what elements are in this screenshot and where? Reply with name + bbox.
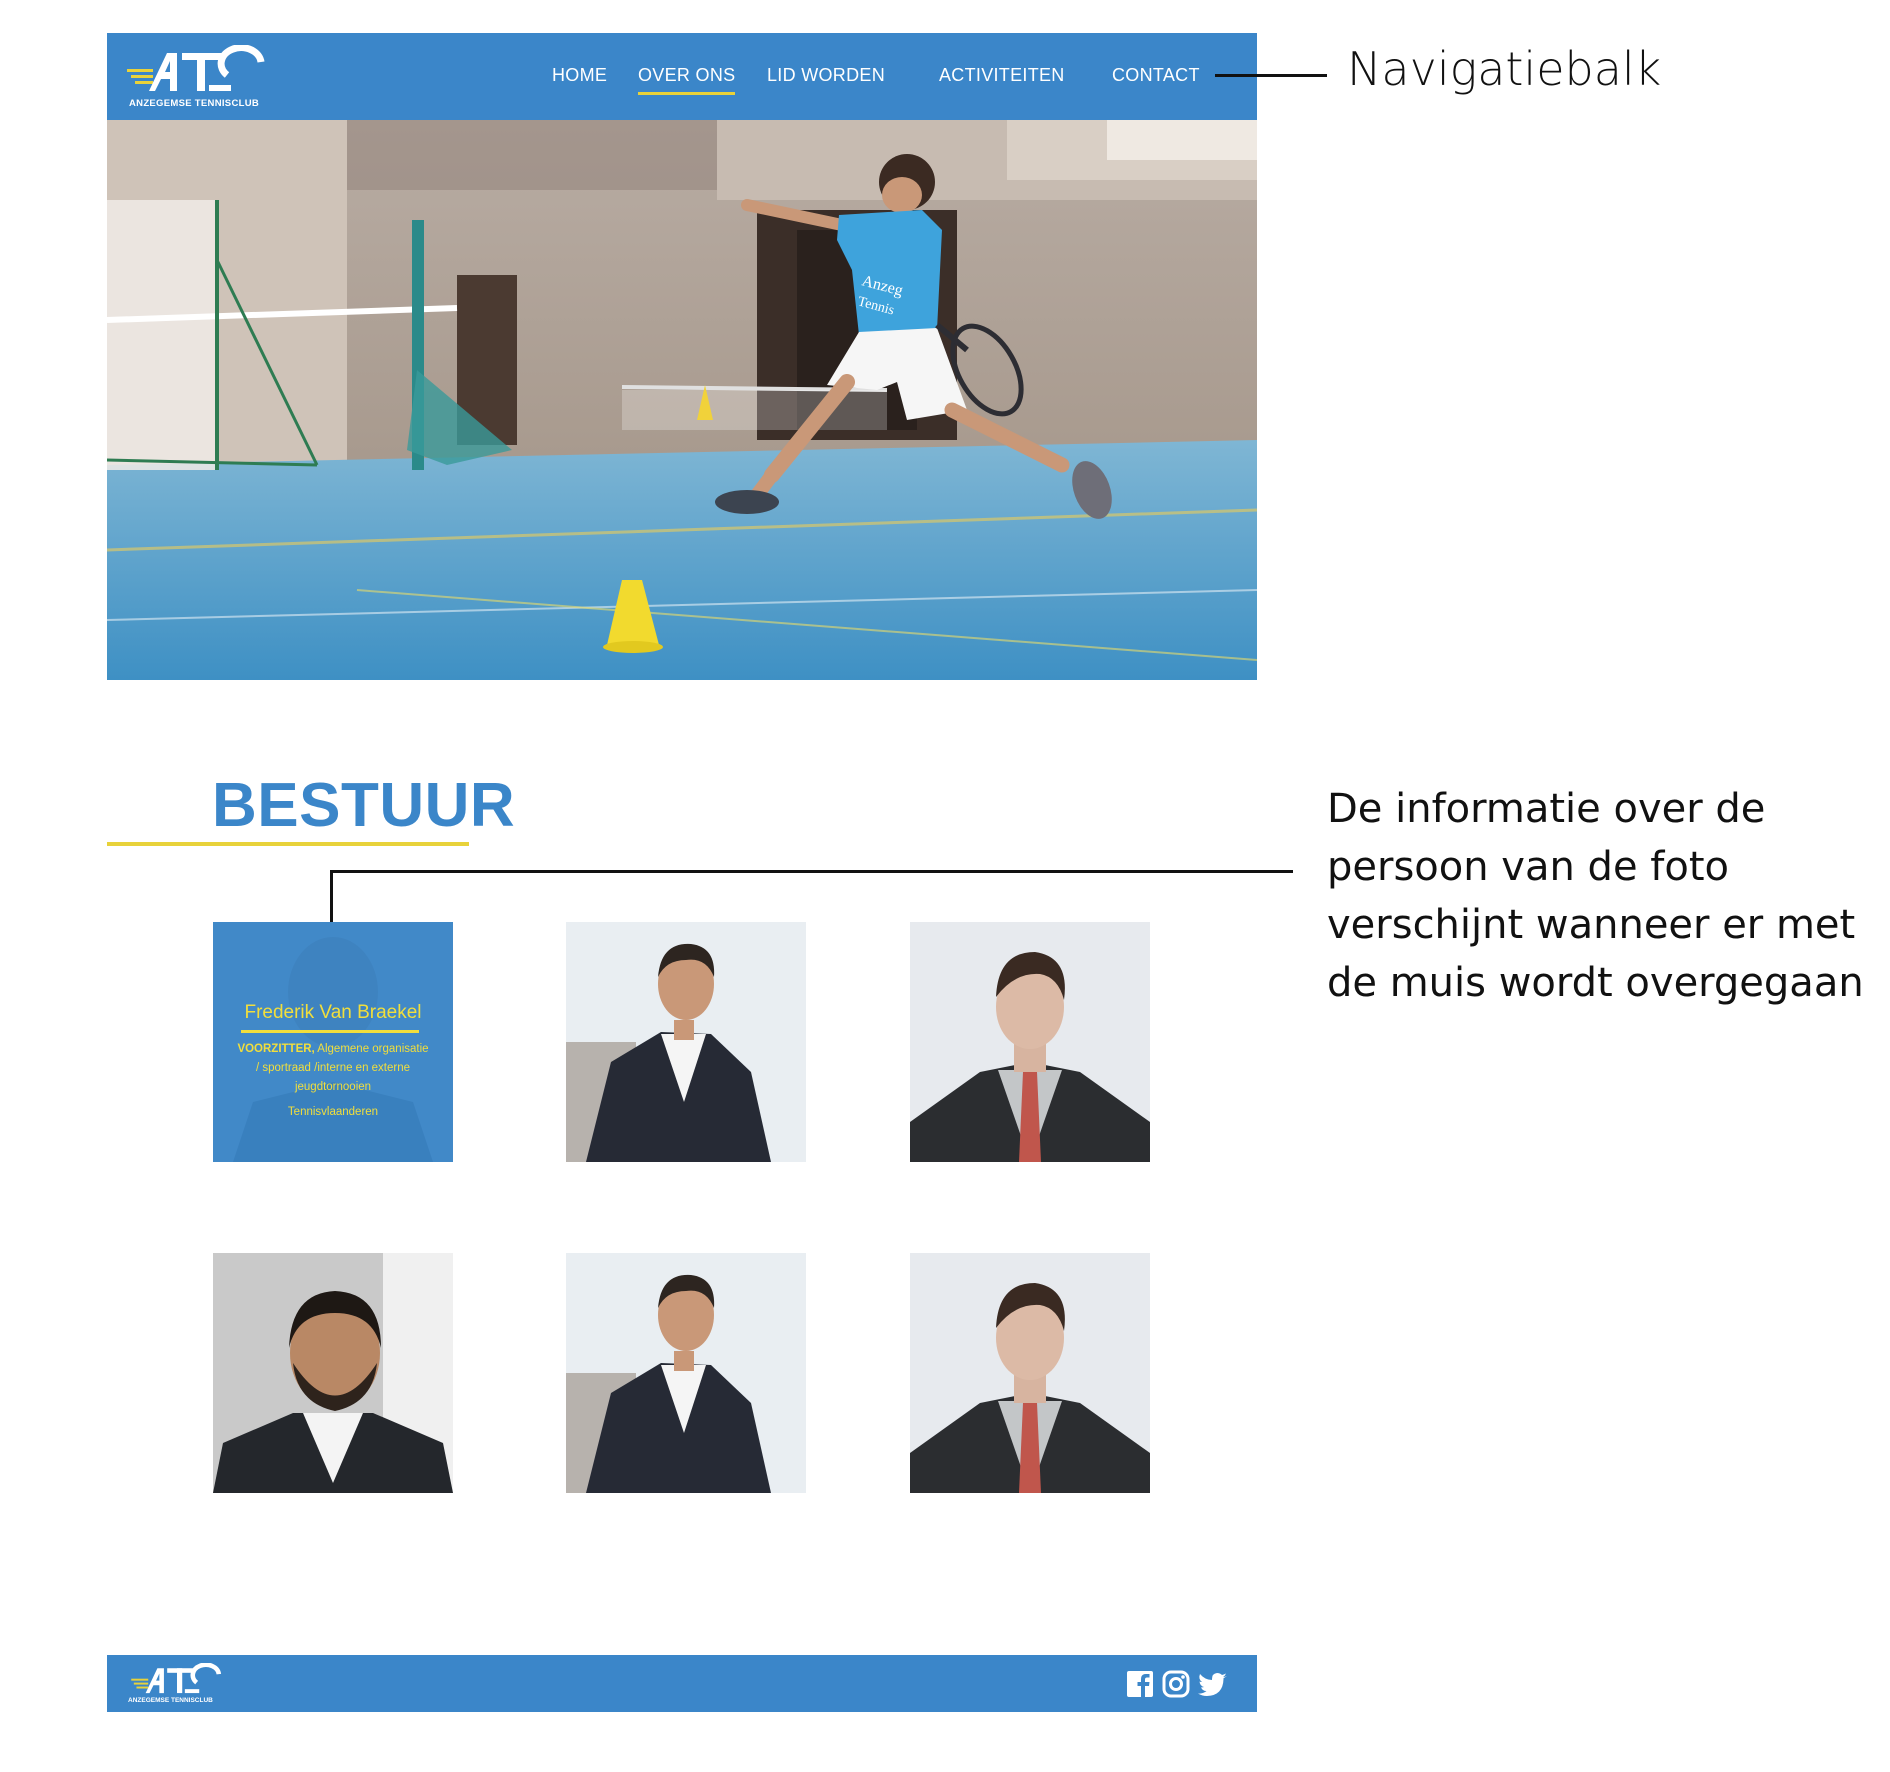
portrait-photo <box>566 922 806 1162</box>
navbar: ANZEGEMSE TENNISCLUB HOME OVER ONS LID W… <box>107 33 1257 120</box>
member-role-title: VOORZITTER, <box>237 1043 315 1055</box>
footer: ANZEGEMSE TENNISCLUB <box>107 1655 1257 1712</box>
board-member-tile-3[interactable] <box>910 922 1150 1162</box>
member-name-underline <box>241 1030 419 1033</box>
annotation-line-hover-h <box>330 870 1293 873</box>
portrait-photo <box>910 922 1150 1162</box>
instagram-icon[interactable] <box>1161 1669 1191 1699</box>
board-member-tile-6[interactable] <box>910 1253 1150 1493</box>
section-title-bestuur: BESTUUR <box>212 771 516 840</box>
annotation-navbar: Navigatiebalk <box>1347 42 1662 96</box>
member-role: VOORZITTER, Algemene organisatie / sport… <box>237 1040 429 1097</box>
portrait-photo <box>566 1253 806 1493</box>
nav-links: HOME OVER ONS LID WORDEN ACTIVITEITEN CO… <box>107 33 1257 120</box>
hero-image: Anzeg Tennis <box>107 120 1257 680</box>
footer-logo[interactable]: ANZEGEMSE TENNISCLUB <box>127 1662 227 1707</box>
board-member-tile-5[interactable] <box>566 1253 806 1493</box>
board-member-tile-2[interactable] <box>566 922 806 1162</box>
annotation-line-navbar <box>1215 74 1327 77</box>
member-organisation: Tennisvlaanderen <box>287 1106 379 1118</box>
portrait-photo <box>910 1253 1150 1493</box>
member-info-overlay: Frederik Van Braekel VOORZITTER, Algemen… <box>213 922 453 1162</box>
tennis-hall-photo: Anzeg Tennis <box>107 120 1257 680</box>
twitter-icon[interactable] <box>1197 1669 1227 1699</box>
portrait-photo <box>213 1253 453 1493</box>
nav-item-home[interactable]: HOME <box>552 65 607 86</box>
nav-item-contact[interactable]: CONTACT <box>1112 65 1200 86</box>
annotation-hover-info: De informatie over de persoon van de fot… <box>1327 786 1864 1006</box>
atc-logo-mark <box>131 1662 222 1694</box>
facebook-icon[interactable] <box>1125 1669 1155 1699</box>
nav-item-over-ons[interactable]: OVER ONS <box>638 65 736 95</box>
board-member-tile-4[interactable] <box>213 1253 453 1493</box>
footer-logo-text: ANZEGEMSE TENNISCLUB <box>128 1697 213 1704</box>
nav-item-lid-worden[interactable]: LID WORDEN <box>767 65 885 86</box>
member-name: Frederik Van Braekel <box>244 1002 422 1023</box>
section-title-underline <box>107 842 469 846</box>
nav-item-activiteiten[interactable]: ACTIVITEITEN <box>939 65 1065 86</box>
board-member-tile-1[interactable]: Frederik Van Braekel VOORZITTER, Algemen… <box>213 922 453 1162</box>
